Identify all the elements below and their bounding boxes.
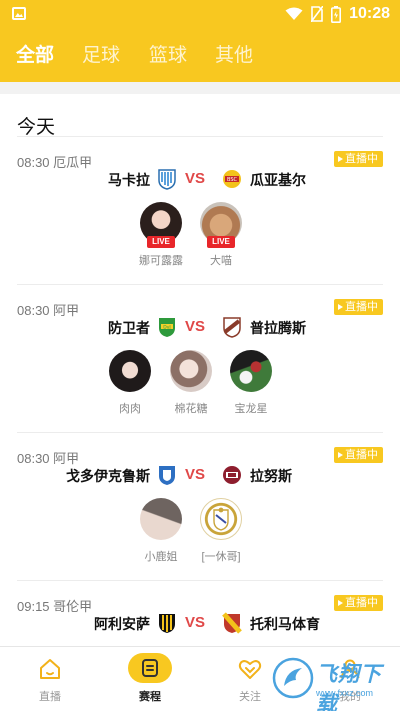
away-team: 拉努斯 — [250, 468, 292, 484]
home-team: 阿利安萨 — [94, 616, 150, 632]
anchor-item[interactable]: [一休哥] — [191, 498, 251, 564]
tab-football[interactable]: 足球 — [82, 40, 120, 67]
anchor-name: 大喵 — [210, 255, 232, 267]
anchor-item[interactable]: 肉肉 — [100, 350, 160, 416]
home-team-logo — [159, 466, 175, 485]
away-team-logo — [223, 466, 241, 484]
active-tab-indicator — [0, 70, 400, 82]
teams-row: 阿利安萨 VS 托利马体育 — [0, 612, 400, 636]
watermark-url: www.fxxz.com — [316, 688, 374, 698]
home-team-logo — [158, 169, 176, 190]
no-sim-icon — [311, 6, 324, 22]
play-icon — [338, 156, 343, 162]
away-team-logo — [223, 317, 241, 338]
divider — [17, 580, 383, 581]
home-team: 戈多伊克鲁斯 — [66, 468, 150, 484]
teams-row: 戈多伊克鲁斯 VS 拉努斯 — [0, 464, 400, 488]
anchor-name: 肉肉 — [119, 403, 141, 415]
nav-live[interactable]: 直播 — [10, 647, 90, 711]
avatar — [230, 350, 272, 392]
teams-row: 马卡拉 VS BSC 瓜亚基尔 — [0, 168, 400, 192]
anchor-item[interactable]: 棉花糖 — [161, 350, 221, 416]
avatar: LIVE — [200, 202, 242, 248]
match-list[interactable]: 今天 08:30 厄瓜甲 直播中 马卡拉 VS BSC 瓜亚基尔 LIVE 娜可… — [0, 94, 400, 646]
clock: 10:28 — [349, 5, 390, 22]
anchor-item[interactable]: LIVE 娜可露露 — [131, 202, 191, 268]
play-icon — [338, 304, 343, 310]
vs-label: VS — [185, 170, 206, 187]
away-team-logo: BSC — [223, 170, 241, 188]
watermark-logo-icon — [272, 657, 314, 699]
anchor-name: 小鹿姐 — [144, 551, 178, 563]
anchor-name: 宝龙星 — [234, 403, 268, 415]
play-icon — [338, 600, 343, 606]
live-badge[interactable]: 直播中 — [334, 595, 383, 611]
real-madrid-crest-icon — [213, 507, 229, 531]
anchor-name: [一休哥] — [201, 551, 241, 563]
home-icon — [40, 659, 60, 679]
wifi-icon — [285, 7, 303, 20]
away-team-logo — [222, 612, 242, 634]
status-bar: 10:28 — [0, 0, 400, 28]
home-team-logo — [159, 614, 175, 633]
home-team: 马卡拉 — [108, 172, 150, 188]
live-tag: LIVE — [147, 236, 175, 248]
gallery-icon — [12, 7, 26, 20]
anchor-name: 娜可露露 — [139, 255, 183, 267]
divider — [17, 284, 383, 285]
nav-label: 直播 — [39, 691, 61, 703]
site-watermark: 飞翔下载 www.fxxz.com — [272, 652, 396, 711]
heart-icon — [238, 660, 262, 679]
nav-schedule[interactable]: 赛程 — [110, 647, 190, 711]
schedule-icon — [142, 659, 158, 677]
live-tag: LIVE — [207, 236, 235, 248]
live-badge[interactable]: 直播中 — [334, 299, 383, 315]
avatar — [140, 498, 182, 540]
anchor-item[interactable]: 小鹿姐 — [131, 498, 191, 564]
home-team-logo: DyJ — [159, 318, 175, 337]
avatar — [200, 498, 242, 540]
watermark-text: 飞翔下载 — [316, 663, 382, 711]
avatar: LIVE — [140, 202, 182, 248]
vs-label: VS — [185, 466, 206, 483]
divider — [17, 432, 383, 433]
tab-all[interactable]: 全部 — [16, 40, 54, 67]
match-card[interactable]: 09:15 哥伦甲 直播中 阿利安萨 VS 托利马体育 — [0, 580, 400, 646]
anchor-list: 小鹿姐 [一休哥] — [0, 498, 400, 578]
avatar — [170, 350, 212, 392]
match-card[interactable]: 08:30 阿甲 直播中 戈多伊克鲁斯 VS 拉努斯 小鹿姐 [一休哥] — [0, 432, 400, 580]
live-badge[interactable]: 直播中 — [334, 151, 383, 167]
svg-text:DyJ: DyJ — [163, 324, 170, 330]
section-title: 今天 — [17, 117, 56, 138]
away-team: 普拉腾斯 — [250, 320, 306, 336]
anchor-name: 棉花糖 — [174, 403, 208, 415]
avatar — [109, 350, 151, 392]
home-team: 防卫者 — [108, 320, 150, 336]
nav-label: 赛程 — [139, 691, 161, 703]
anchor-item[interactable]: 宝龙星 — [221, 350, 281, 416]
play-icon — [338, 452, 343, 458]
match-card[interactable]: 08:30 厄瓜甲 直播中 马卡拉 VS BSC 瓜亚基尔 LIVE 娜可露露 … — [0, 136, 400, 284]
battery-icon — [331, 5, 342, 23]
live-badge[interactable]: 直播中 — [334, 447, 383, 463]
anchor-list: 肉肉 棉花糖 宝龙星 — [0, 350, 400, 430]
svg-text:BSC: BSC — [227, 177, 238, 183]
anchor-list: LIVE 娜可露露 LIVE 大喵 — [0, 202, 400, 282]
away-team: 瓜亚基尔 — [250, 172, 306, 188]
match-card[interactable]: 08:30 阿甲 直播中 防卫者 DyJ VS 普拉腾斯 肉肉 棉花糖 宝龙星 — [0, 284, 400, 432]
vs-label: VS — [185, 318, 206, 335]
tab-other[interactable]: 其他 — [215, 40, 253, 67]
anchor-item[interactable]: LIVE 大喵 — [191, 202, 251, 268]
away-team: 托利马体育 — [250, 616, 320, 632]
teams-row: 防卫者 DyJ VS 普拉腾斯 — [0, 316, 400, 340]
vs-label: VS — [185, 614, 206, 631]
tab-basketball[interactable]: 篮球 — [149, 40, 187, 67]
divider — [17, 136, 383, 137]
